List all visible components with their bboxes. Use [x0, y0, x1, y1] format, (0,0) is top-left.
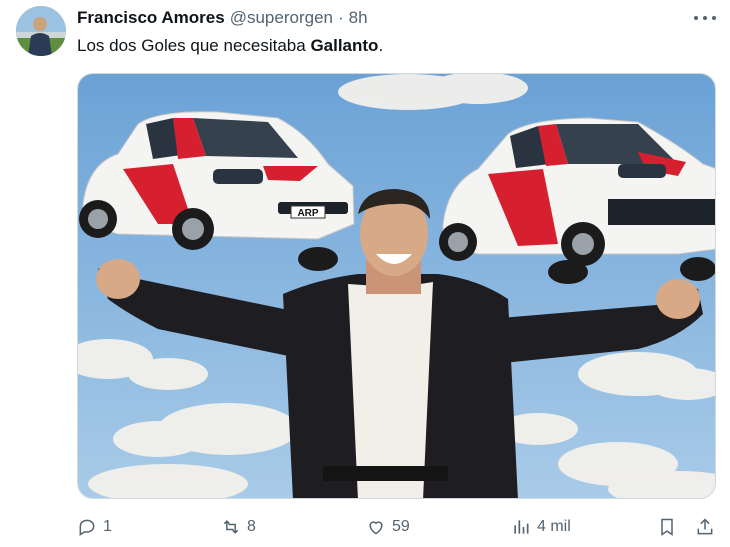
bookmark-icon	[661, 518, 673, 536]
author-name[interactable]: Francisco Amores	[77, 8, 225, 28]
tweet-text-end: .	[378, 36, 384, 55]
media-illustration: ARP	[78, 74, 715, 498]
reply-button[interactable]: 1	[77, 513, 112, 541]
reply-icon	[79, 519, 95, 536]
repost-count: 8	[247, 518, 256, 535]
avatar-image	[16, 6, 66, 56]
reply-count: 1	[103, 518, 112, 535]
separator-dot: ·	[337, 8, 344, 27]
share-icon	[697, 518, 713, 535]
bookmark-button[interactable]	[657, 513, 683, 541]
tweet-time[interactable]: 8h	[349, 8, 368, 28]
share-button[interactable]	[695, 513, 721, 541]
tweet-text-bold: Gallanto	[310, 36, 379, 55]
repost-button[interactable]: 8	[221, 513, 256, 541]
avatar[interactable]	[16, 6, 66, 56]
author-handle[interactable]: @superorgen	[230, 8, 333, 28]
tweet-header: Francisco Amores @superorgen · 8h	[77, 8, 670, 30]
tweet-media-image[interactable]: ARP	[77, 73, 716, 499]
tweet-actions: 1 8 59 4 mil	[77, 513, 716, 541]
tweet-text: Los dos Goles que necesitaba Gallanto.	[77, 36, 383, 56]
like-button[interactable]: 59	[366, 513, 410, 541]
views-icon	[514, 520, 529, 534]
like-count: 59	[392, 518, 410, 535]
like-icon	[369, 521, 383, 535]
tweet-text-start: Los dos Goles que necesitaba	[77, 36, 311, 55]
more-icon[interactable]	[694, 8, 716, 28]
repost-icon	[223, 520, 239, 534]
views-button[interactable]: 4 mil	[511, 513, 571, 541]
license-plate: ARP	[297, 208, 318, 219]
views-count: 4 mil	[537, 518, 571, 535]
